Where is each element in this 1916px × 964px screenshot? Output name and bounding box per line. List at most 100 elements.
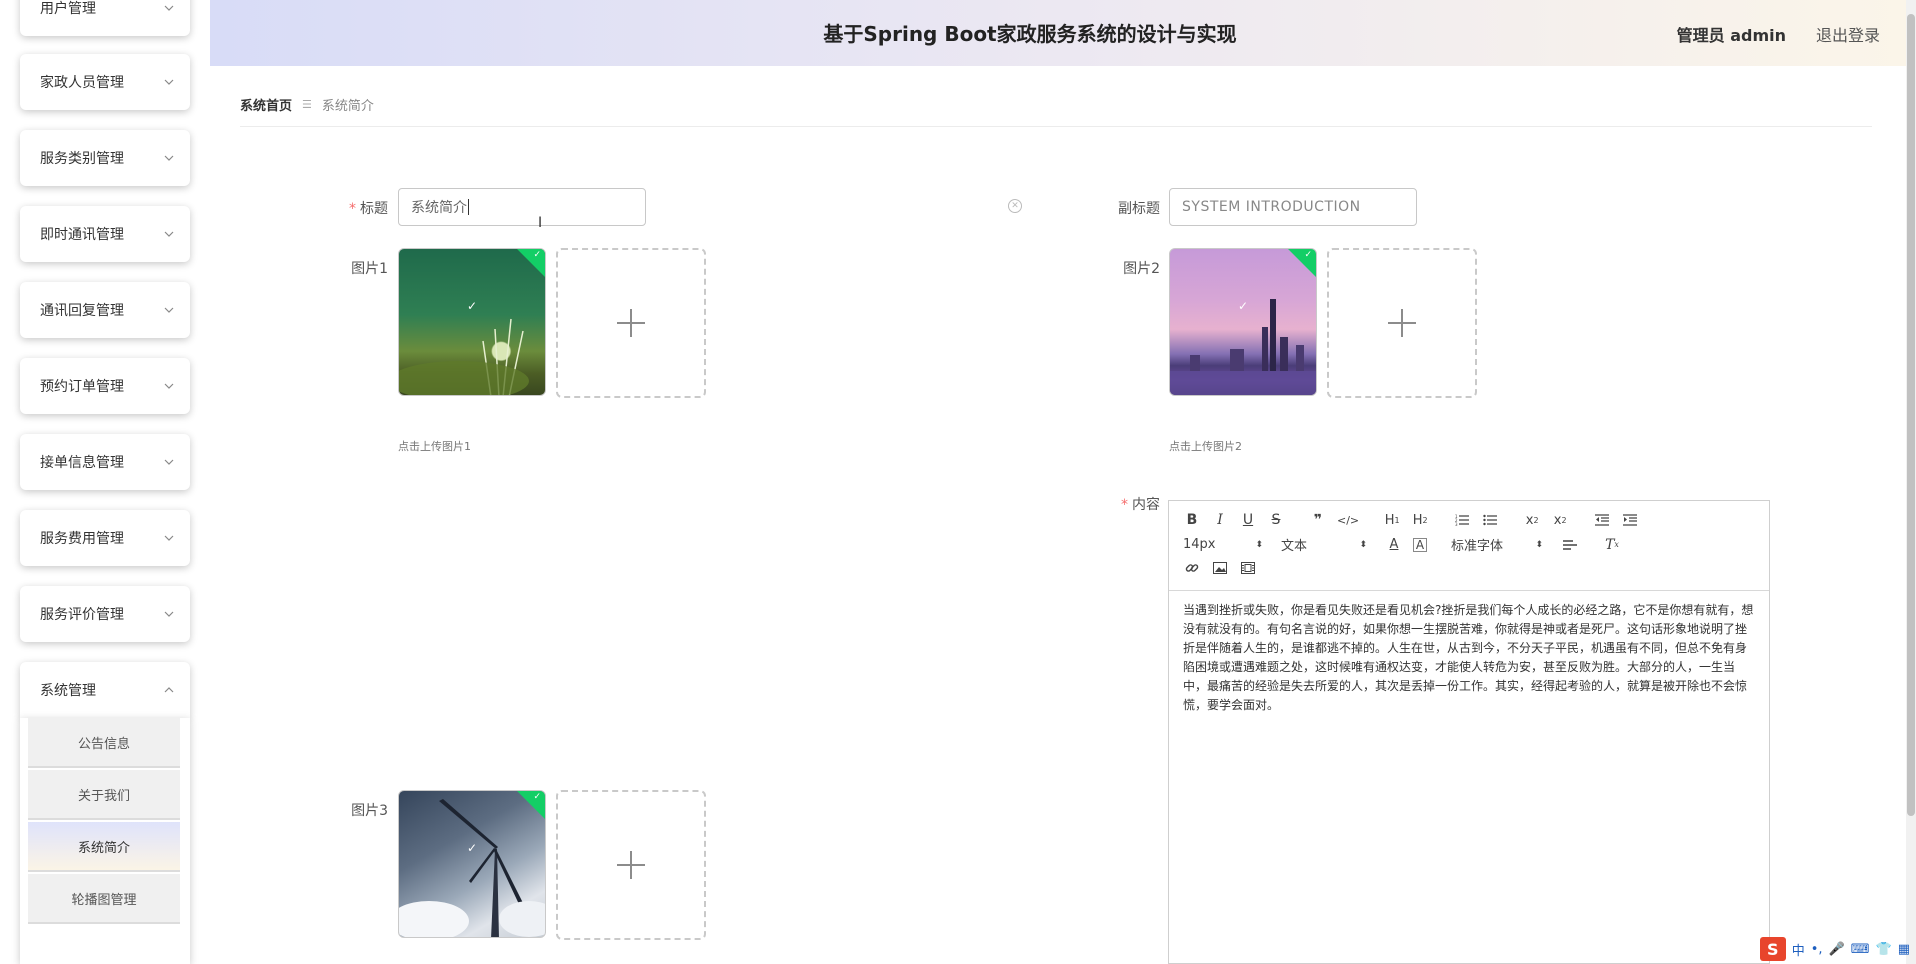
sidebar-item-order-accept[interactable]: 接单信息管理 <box>20 434 190 490</box>
clear-icon[interactable]: ✕ <box>1008 199 1022 213</box>
ime-mode[interactable]: 中 <box>1792 940 1805 959</box>
chevron-down-icon <box>162 303 176 317</box>
font-size-select[interactable]: 14px ⬍ <box>1183 537 1263 552</box>
indent-icon[interactable] <box>1621 511 1639 529</box>
sidebar-item-message-reply[interactable]: 通讯回复管理 <box>20 282 190 338</box>
header-select[interactable]: 文本 ⬍ <box>1281 535 1367 554</box>
heading1-icon[interactable]: H1 <box>1383 511 1401 529</box>
sidebar-item-label: 接单信息管理 <box>40 455 124 471</box>
editor-content[interactable]: 当遇到挫折或失败，你是看见失败还是看见机会?挫折是我们每个人成长的必经之路，它不… <box>1169 591 1769 725</box>
image-icon[interactable] <box>1211 559 1229 577</box>
select-arrows-icon: ⬍ <box>1255 539 1263 550</box>
font-family-value: 标准字体 <box>1451 539 1504 554</box>
grid-icon[interactable]: ▦ <box>1898 942 1910 957</box>
check-icon: ✓ <box>466 841 478 855</box>
sidebar-item-instant-messaging[interactable]: 即时通讯管理 <box>20 206 190 262</box>
pic3-thumbnail[interactable]: ✓ ✓ <box>398 790 546 938</box>
content-label: * 内容 <box>1110 494 1160 514</box>
superscript-icon[interactable]: x2 <box>1551 511 1569 529</box>
submenu-item-label: 系统简介 <box>77 840 130 856</box>
ordered-list-icon[interactable]: 123 <box>1453 511 1471 529</box>
code-icon[interactable]: </> <box>1337 511 1359 529</box>
pic3-upload-button[interactable] <box>556 790 706 940</box>
link-icon[interactable] <box>1183 559 1201 577</box>
subtitle-input[interactable]: SYSTEM INTRODUCTION <box>1169 188 1417 226</box>
subtitle-label: 副标题 <box>1118 201 1160 217</box>
check-icon: ✓ <box>1237 299 1249 313</box>
toolbar-row-3 <box>1183 559 1267 577</box>
outdent-icon[interactable] <box>1593 511 1611 529</box>
bullet-list-icon[interactable] <box>1481 511 1499 529</box>
toolbar-row-2: 14px ⬍ 文本 ⬍ A A 标准字体 ⬍ Tx <box>1183 535 1631 555</box>
sidebar-item-service-reviews[interactable]: 服务评价管理 <box>20 586 190 642</box>
plus-icon <box>1388 309 1416 337</box>
sidebar-item-label: 服务评价管理 <box>40 607 124 623</box>
ime-toolbar[interactable]: S 中 •, 🎤 ⌨ 👕 ▦ <box>1759 936 1910 962</box>
scrollbar-thumb[interactable] <box>1907 14 1915 816</box>
submenu-item-carousel[interactable]: 轮播图管理 <box>28 874 180 924</box>
font-family-select[interactable]: 标准字体 ⬍ <box>1451 535 1543 554</box>
check-icon: ✓ <box>1304 250 1312 260</box>
plus-icon <box>617 309 645 337</box>
title-label: * 标题 <box>340 198 388 218</box>
required-mark: * <box>1121 497 1128 513</box>
breadcrumb-separator-icon: ☰ <box>302 98 312 111</box>
text-caret <box>468 199 469 215</box>
app-title: 基于Spring Boot家政服务系统的设计与实现 <box>823 22 1237 46</box>
sidebar-item-label: 用户管理 <box>40 1 96 17</box>
required-mark: * <box>349 201 356 217</box>
sidebar-item-housekeeper-management[interactable]: 家政人员管理 <box>20 54 190 110</box>
microphone-icon[interactable]: 🎤 <box>1829 942 1845 957</box>
italic-icon[interactable]: I <box>1211 511 1229 529</box>
submenu-item-system-intro[interactable]: 系统简介 <box>28 822 180 872</box>
sidebar-item-service-fees[interactable]: 服务费用管理 <box>20 510 190 566</box>
pic1-upload-button[interactable] <box>556 248 706 398</box>
pic2-thumbnail[interactable]: ✓ ✓ <box>1169 248 1317 396</box>
heading2-icon[interactable]: H2 <box>1411 511 1429 529</box>
punctuation-icon[interactable]: •, <box>1811 942 1823 957</box>
page-scrollbar[interactable] <box>1906 0 1916 964</box>
breadcrumb-home[interactable]: 系统首页 <box>240 95 292 114</box>
rich-text-editor[interactable]: B I U S ❞ </> H1 H2 123 x2 x2 14px ⬍ 文本 … <box>1168 500 1770 964</box>
wind-turbine-image <box>399 799 545 937</box>
pic2-upload-button[interactable] <box>1327 248 1477 398</box>
background-color-icon[interactable]: A <box>1413 537 1427 552</box>
text-cursor-icon: I <box>538 215 543 231</box>
bold-icon[interactable]: B <box>1183 511 1201 529</box>
editor-toolbar: B I U S ❞ </> H1 H2 123 x2 x2 14px ⬍ 文本 … <box>1169 501 1769 591</box>
keyboard-icon[interactable]: ⌨ <box>1851 942 1870 957</box>
sidebar-item-label: 服务费用管理 <box>40 531 124 547</box>
skin-icon[interactable]: 👕 <box>1876 942 1892 957</box>
subscript-icon[interactable]: x2 <box>1523 511 1541 529</box>
title-label-text: 标题 <box>360 201 388 217</box>
divider <box>240 126 1872 127</box>
video-icon[interactable] <box>1239 559 1257 577</box>
submenu-item-label: 轮播图管理 <box>71 892 137 908</box>
sidebar-item-label: 预约订单管理 <box>40 379 124 395</box>
submenu-item-label: 公告信息 <box>77 736 130 752</box>
grass-image <box>399 318 529 395</box>
font-color-icon[interactable]: A <box>1385 536 1403 554</box>
check-icon: ✓ <box>533 792 541 802</box>
sidebar-item-user-management[interactable]: 用户管理 <box>20 0 190 36</box>
sidebar-item-booking-orders[interactable]: 预约订单管理 <box>20 358 190 414</box>
submenu-item-about-us[interactable]: 关于我们 <box>28 770 180 820</box>
pic1-hint: 点击上传图片1 <box>398 440 471 453</box>
sidebar-item-system-management[interactable]: 系统管理 <box>20 662 190 718</box>
check-icon: ✓ <box>466 299 478 313</box>
breadcrumb: 系统首页 ☰ 系统简介 <box>240 95 374 114</box>
logout-link[interactable]: 退出登录 <box>1816 22 1880 46</box>
sidebar-item-service-category[interactable]: 服务类别管理 <box>20 130 190 186</box>
underline-icon[interactable]: U <box>1239 511 1257 529</box>
title-input[interactable]: 系统简介 <box>398 188 646 226</box>
submenu-item-announcements[interactable]: 公告信息 <box>28 718 180 768</box>
clear-format-icon[interactable]: Tx <box>1603 536 1621 554</box>
align-icon[interactable] <box>1561 536 1579 554</box>
strikethrough-icon[interactable]: S <box>1267 511 1285 529</box>
blockquote-icon[interactable]: ❞ <box>1309 511 1327 529</box>
pic1-thumbnail[interactable]: ✓ ✓ <box>398 248 546 396</box>
title-input-value: 系统简介 <box>411 200 467 216</box>
chevron-down-icon <box>162 607 176 621</box>
chevron-down-icon <box>162 531 176 545</box>
pic3-label: 图片3 <box>351 803 388 819</box>
